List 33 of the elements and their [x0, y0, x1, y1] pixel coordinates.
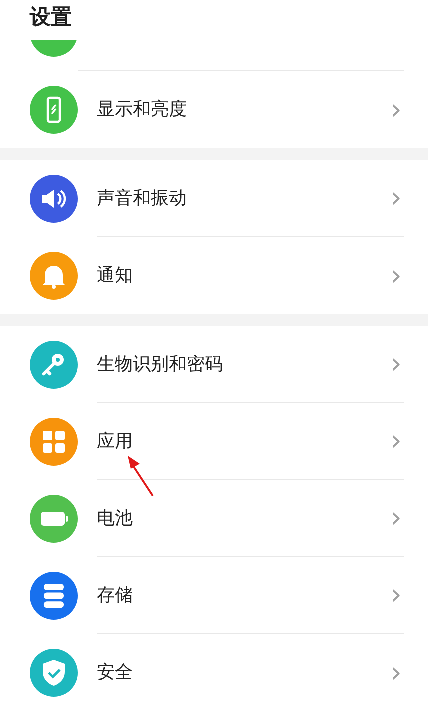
item-label: 电池 [97, 506, 133, 530]
chevron-icon: › [390, 184, 402, 212]
storage-icon [30, 572, 78, 620]
item-label: 存储 [97, 584, 133, 608]
apps-icon [30, 418, 78, 466]
item-label: 显示和亮度 [97, 98, 187, 122]
item-label: 生物识别和密码 [97, 352, 223, 376]
settings-item[interactable]: 存储 › [0, 557, 428, 634]
chevron-icon: › [390, 262, 402, 290]
chevron-icon: › [390, 581, 402, 609]
item-label: 安全 [97, 661, 133, 685]
battery-icon [30, 494, 78, 542]
speaker-icon [30, 174, 78, 222]
item-label: 通知 [97, 264, 133, 288]
chevron-icon: › [390, 350, 402, 378]
settings-item[interactable]: 应用 › [0, 403, 428, 480]
shield-icon [30, 648, 78, 696]
chevron-icon: › [390, 96, 402, 124]
settings-item[interactable]: 生物识别和密码 › [0, 326, 428, 403]
chevron-icon: › [390, 427, 402, 455]
bell-icon [30, 252, 78, 300]
settings-item[interactable]: 电池 › [0, 480, 428, 557]
item-label: 应用 [97, 430, 133, 454]
key-icon [30, 340, 78, 388]
chevron-icon: › [390, 658, 402, 686]
settings-item[interactable]: 通知 › [0, 237, 428, 314]
page-title: 设置 [28, 4, 73, 31]
item-label: 声音和振动 [97, 186, 187, 210]
settings-item[interactable]: 声音和振动 › [0, 160, 428, 237]
settings-item[interactable]: 安全 › [0, 634, 428, 704]
chevron-icon: › [390, 504, 402, 532]
settings-item[interactable]: 显示和亮度 › [0, 71, 428, 148]
phone-icon [30, 86, 78, 134]
